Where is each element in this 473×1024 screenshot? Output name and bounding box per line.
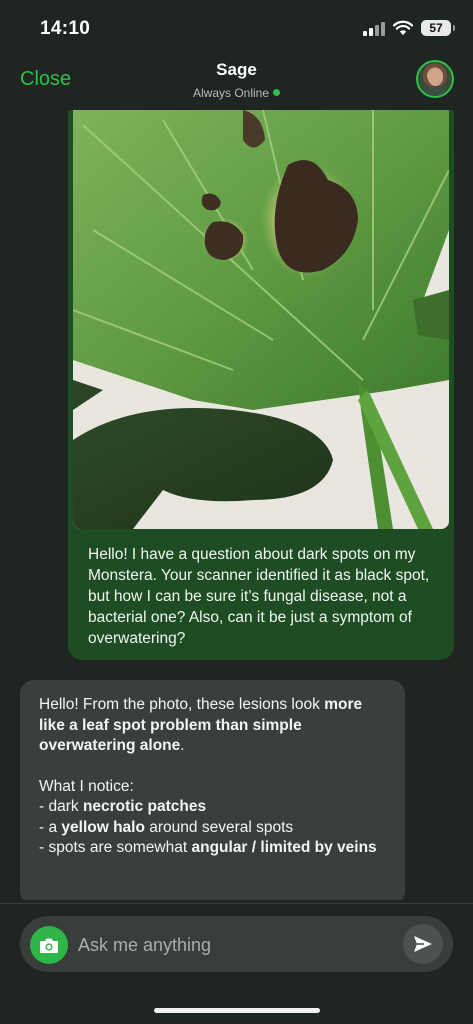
send-button[interactable] bbox=[403, 924, 443, 964]
intro-suffix: . bbox=[180, 737, 185, 754]
online-status: Always Online bbox=[0, 86, 473, 100]
online-status-label: Always Online bbox=[192, 86, 270, 100]
camera-icon bbox=[40, 938, 58, 953]
battery-level: 57 bbox=[429, 21, 443, 35]
status-icons: 57 bbox=[363, 20, 455, 36]
message-composer bbox=[20, 916, 453, 972]
online-dot-icon bbox=[273, 89, 281, 96]
chat-title: Sage bbox=[216, 60, 257, 79]
user-message-text: Hello! I have a question about dark spot… bbox=[88, 546, 430, 647]
item3-bold: angular / limited by veins bbox=[191, 839, 377, 856]
chat-header: Close Sage Always Online bbox=[0, 58, 473, 110]
camera-button[interactable] bbox=[30, 926, 68, 964]
item1-bold: necrotic patches bbox=[82, 798, 207, 815]
item2-suffix: around several spots bbox=[144, 818, 294, 836]
assistant-intro: Hello! From the photo, these lesions loo… bbox=[39, 695, 384, 757]
monstera-leaf-image bbox=[73, 110, 449, 529]
composer-divider bbox=[0, 903, 473, 904]
item1-prefix: - dark bbox=[39, 798, 83, 815]
avatar[interactable] bbox=[416, 60, 454, 98]
notice-item-3: - spots are somewhat angular / limited b… bbox=[39, 838, 384, 859]
wifi-icon bbox=[393, 20, 413, 35]
battery-icon: 57 bbox=[421, 20, 455, 36]
avatar-face bbox=[428, 69, 443, 86]
item3-prefix: - spots are somewhat bbox=[39, 839, 192, 856]
send-icon bbox=[414, 936, 432, 952]
assistant-message-text: Hello! From the photo, these lesions loo… bbox=[39, 695, 384, 859]
notice-heading: What I notice: bbox=[39, 777, 134, 795]
signal-icon bbox=[363, 20, 385, 36]
status-time: 14:10 bbox=[40, 18, 91, 39]
notice-item-1: - dark necrotic patches bbox=[39, 797, 384, 818]
notice-item-2: - a yellow halo around several spots bbox=[39, 818, 384, 839]
message-input[interactable] bbox=[78, 932, 378, 958]
item2-bold: yellow halo bbox=[61, 818, 145, 836]
item2-prefix: - a bbox=[39, 818, 62, 836]
intro-prefix: Hello! From the photo, these lesions loo… bbox=[39, 696, 325, 713]
plant-photo[interactable] bbox=[73, 110, 449, 529]
chat-area[interactable]: Hello! I have a question about dark spot… bbox=[0, 110, 473, 900]
home-indicator[interactable] bbox=[154, 1008, 320, 1013]
status-bar: 14:10 57 bbox=[0, 0, 473, 58]
